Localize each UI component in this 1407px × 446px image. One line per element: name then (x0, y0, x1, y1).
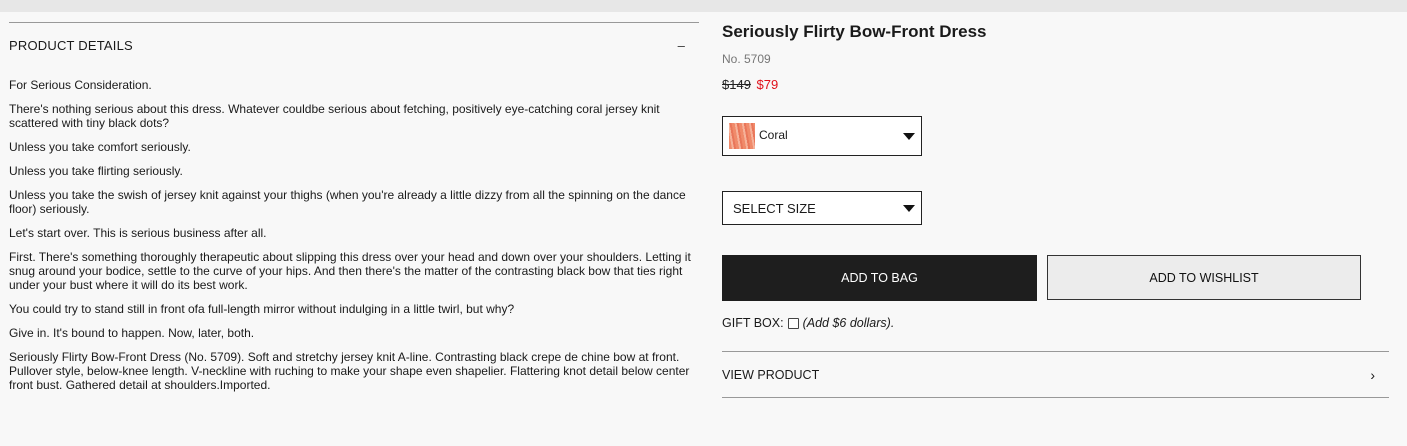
gift-box-checkbox[interactable] (787, 317, 799, 329)
view-product-link[interactable]: VIEW PRODUCT › (722, 351, 1389, 398)
product-details-panel: PRODUCT DETAILS – For Serious Considerat… (9, 22, 699, 402)
description-paragraph: Unless you take comfort seriously. (9, 140, 191, 154)
gift-box-option: GIFT BOX: (Add $6 dollars). (722, 316, 894, 330)
sale-price: $79 (756, 77, 779, 92)
color-select-value: Coral (759, 128, 788, 142)
view-product-label: VIEW PRODUCT (722, 367, 820, 382)
gift-box-label: GIFT BOX: (722, 316, 784, 330)
color-select[interactable]: Coral (722, 116, 922, 156)
gift-box-note: (Add $6 dollars). (802, 316, 895, 330)
top-bar (0, 0, 1407, 12)
chevron-down-icon (903, 133, 915, 140)
size-select[interactable]: SELECT SIZE (722, 191, 922, 225)
size-select-value: SELECT SIZE (733, 201, 816, 216)
description-paragraph: You could try to stand still in front of… (9, 302, 515, 316)
add-to-wishlist-button[interactable]: ADD TO WISHLIST (1047, 255, 1361, 300)
add-to-bag-button[interactable]: ADD TO BAG (722, 255, 1037, 301)
product-sku: No. 5709 (722, 52, 771, 66)
product-description: For Serious Consideration. There's nothi… (9, 78, 699, 392)
description-paragraph: There's nothing serious about this dress… (9, 102, 660, 130)
description-paragraph: Give in. It's bound to happen. Now, late… (9, 326, 255, 340)
product-title: Seriously Flirty Bow-Front Dress (722, 22, 987, 41)
product-details-heading: PRODUCT DETAILS (9, 38, 133, 53)
product-purchase-panel: Seriously Flirty Bow-Front Dress No. 570… (722, 22, 1389, 398)
description-paragraph: Unless you take flirting seriously. (9, 164, 183, 178)
description-paragraph: For Serious Consideration. (9, 78, 152, 92)
description-paragraph: Unless you take the swish of jersey knit… (9, 188, 686, 216)
color-swatch (729, 123, 755, 149)
chevron-down-icon (903, 205, 915, 212)
original-price: $149 (722, 77, 751, 92)
chevron-right-icon: › (1370, 366, 1375, 383)
description-paragraph: Seriously Flirty Bow-Front Dress (No. 57… (9, 350, 690, 392)
price-block: $149 $79 (722, 77, 1389, 92)
description-paragraph: Let's start over. This is serious busine… (9, 226, 267, 240)
product-details-header[interactable]: PRODUCT DETAILS – (9, 22, 699, 68)
collapse-icon[interactable]: – (678, 38, 685, 53)
description-paragraph: First. There's something thoroughly ther… (9, 250, 691, 292)
